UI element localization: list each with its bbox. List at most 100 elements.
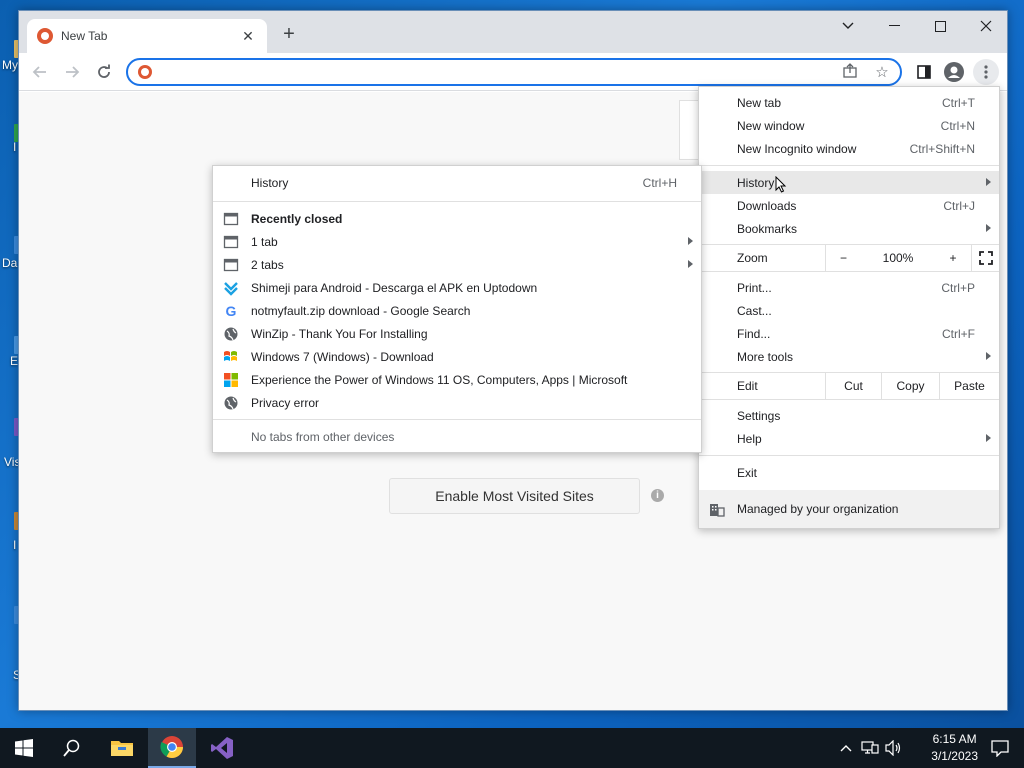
fullscreen-icon[interactable]: [971, 245, 999, 271]
globe-icon: [224, 327, 238, 341]
visual-studio-icon: [211, 737, 233, 759]
menu-label: New tab: [737, 95, 782, 110]
action-center-button[interactable]: [976, 728, 1024, 768]
history-item[interactable]: Experience the Power of Windows 11 OS, C…: [213, 368, 701, 391]
menu-label: Cast...: [737, 303, 772, 318]
copy-button[interactable]: Copy: [881, 373, 939, 399]
close-window-button[interactable]: [963, 11, 1007, 41]
new-tab-button[interactable]: +: [277, 23, 301, 47]
menu-label: Settings: [737, 408, 781, 423]
info-icon[interactable]: i: [651, 489, 664, 502]
menu-zoom-row: Zoom − 100% +: [699, 244, 999, 272]
menu-label: 1 tab: [251, 234, 278, 249]
system-clock[interactable]: 6:15 AM 3/1/2023: [931, 731, 978, 765]
menu-label: Privacy error: [251, 395, 320, 410]
edit-label: Edit: [737, 379, 758, 393]
menu-exit[interactable]: Exit: [699, 461, 999, 484]
forward-button[interactable]: [59, 59, 85, 85]
menu-shortcut: Ctrl+N: [940, 118, 975, 133]
file-explorer-button[interactable]: [98, 728, 146, 768]
history-item[interactable]: G notmyfault.zip download - Google Searc…: [213, 299, 701, 322]
tab-new-tab[interactable]: New Tab ✕: [27, 19, 267, 53]
menu-edit-row: Edit Cut Copy Paste: [699, 372, 999, 400]
maximize-button[interactable]: [917, 11, 963, 41]
network-tray-icon[interactable]: [858, 728, 882, 768]
menu-label: New window: [737, 118, 805, 133]
share-icon[interactable]: [840, 63, 860, 83]
menu-managed-by-org[interactable]: Managed by your organization: [699, 490, 999, 528]
address-input[interactable]: [162, 63, 822, 81]
menu-label: Find...: [737, 326, 771, 341]
menu-label: Print...: [737, 280, 772, 295]
menu-new-window[interactable]: New window Ctrl+N: [699, 114, 999, 137]
show-hidden-icons[interactable]: [834, 728, 858, 768]
submenu-arrow-icon: [986, 352, 991, 360]
tab-search-icon[interactable]: [825, 11, 871, 41]
history-item[interactable]: Shimeji para Android - Descarga el APK e…: [213, 276, 701, 299]
reload-button[interactable]: [91, 59, 117, 85]
profile-avatar-icon[interactable]: [941, 59, 967, 85]
submenu-arrow-icon: [688, 260, 693, 268]
address-bar[interactable]: ☆: [126, 58, 902, 86]
globe-icon: [224, 396, 238, 410]
menu-label: Experience the Power of Windows 11 OS, C…: [251, 372, 628, 387]
history-item[interactable]: 1 tab: [213, 230, 701, 253]
minimize-button[interactable]: [871, 11, 917, 41]
menu-separator: [699, 165, 999, 166]
folder-icon: [111, 741, 133, 756]
menu-bookmarks[interactable]: Bookmarks: [699, 217, 999, 240]
menu-new-tab[interactable]: New tab Ctrl+T: [699, 91, 999, 114]
network-icon: [861, 741, 879, 754]
menu-label: Exit: [737, 465, 758, 480]
menu-label: Recently closed: [251, 211, 343, 226]
start-button[interactable]: [0, 728, 48, 768]
menu-label: History: [251, 176, 289, 190]
no-tabs-other-devices: No tabs from other devices: [213, 425, 701, 448]
history-open-item[interactable]: History Ctrl+H: [213, 170, 701, 196]
cut-button[interactable]: Cut: [825, 373, 881, 399]
menu-print[interactable]: Print... Ctrl+P: [699, 276, 999, 299]
close-tab-icon[interactable]: ✕: [239, 28, 257, 45]
window-icon: [223, 235, 239, 249]
menu-label: Help: [737, 431, 762, 446]
back-button[interactable]: [27, 59, 53, 85]
visual-studio-button[interactable]: [198, 728, 246, 768]
zoom-out-button[interactable]: −: [825, 245, 861, 271]
desktop-label: I: [13, 538, 17, 552]
menu-downloads[interactable]: Downloads Ctrl+J: [699, 194, 999, 217]
search-button[interactable]: [48, 728, 96, 768]
submenu-arrow-icon: [986, 224, 991, 232]
chrome-icon: [160, 736, 183, 758]
menu-cast[interactable]: Cast...: [699, 299, 999, 322]
building-icon: [710, 504, 725, 517]
menu-settings[interactable]: Settings: [699, 404, 999, 427]
tab-title: New Tab: [61, 29, 108, 43]
history-item[interactable]: WinZip - Thank You For Installing: [213, 322, 701, 345]
desktop-label: E: [10, 354, 19, 368]
history-item[interactable]: Privacy error: [213, 391, 701, 414]
menu-kebab-icon[interactable]: [973, 59, 999, 85]
menu-help[interactable]: Help: [699, 427, 999, 450]
desktop-label: I: [13, 140, 17, 154]
menu-new-incognito[interactable]: New Incognito window Ctrl+Shift+N: [699, 137, 999, 160]
menu-shortcut: Ctrl+H: [642, 176, 677, 190]
bookmark-star-icon[interactable]: ☆: [872, 63, 892, 83]
menu-history[interactable]: History: [699, 171, 999, 194]
zoom-in-button[interactable]: +: [935, 245, 971, 271]
search-icon: [63, 739, 80, 757]
menu-more-tools[interactable]: More tools: [699, 345, 999, 368]
history-item[interactable]: 2 tabs: [213, 253, 701, 276]
uptodown-icon: [224, 282, 238, 296]
recently-closed-header[interactable]: Recently closed: [213, 207, 701, 230]
side-panel-icon[interactable]: [911, 59, 937, 85]
chrome-taskbar-button[interactable]: [148, 728, 196, 768]
menu-label: Bookmarks: [737, 221, 798, 236]
paste-button[interactable]: Paste: [939, 373, 999, 399]
chevron-up-icon: [840, 745, 852, 752]
volume-tray-icon[interactable]: [882, 728, 906, 768]
menu-label: No tabs from other devices: [251, 429, 395, 444]
menu-find[interactable]: Find... Ctrl+F: [699, 322, 999, 345]
history-item[interactable]: Windows 7 (Windows) - Download: [213, 345, 701, 368]
enable-most-visited-button[interactable]: Enable Most Visited Sites: [389, 478, 640, 514]
menu-separator: [699, 455, 999, 456]
